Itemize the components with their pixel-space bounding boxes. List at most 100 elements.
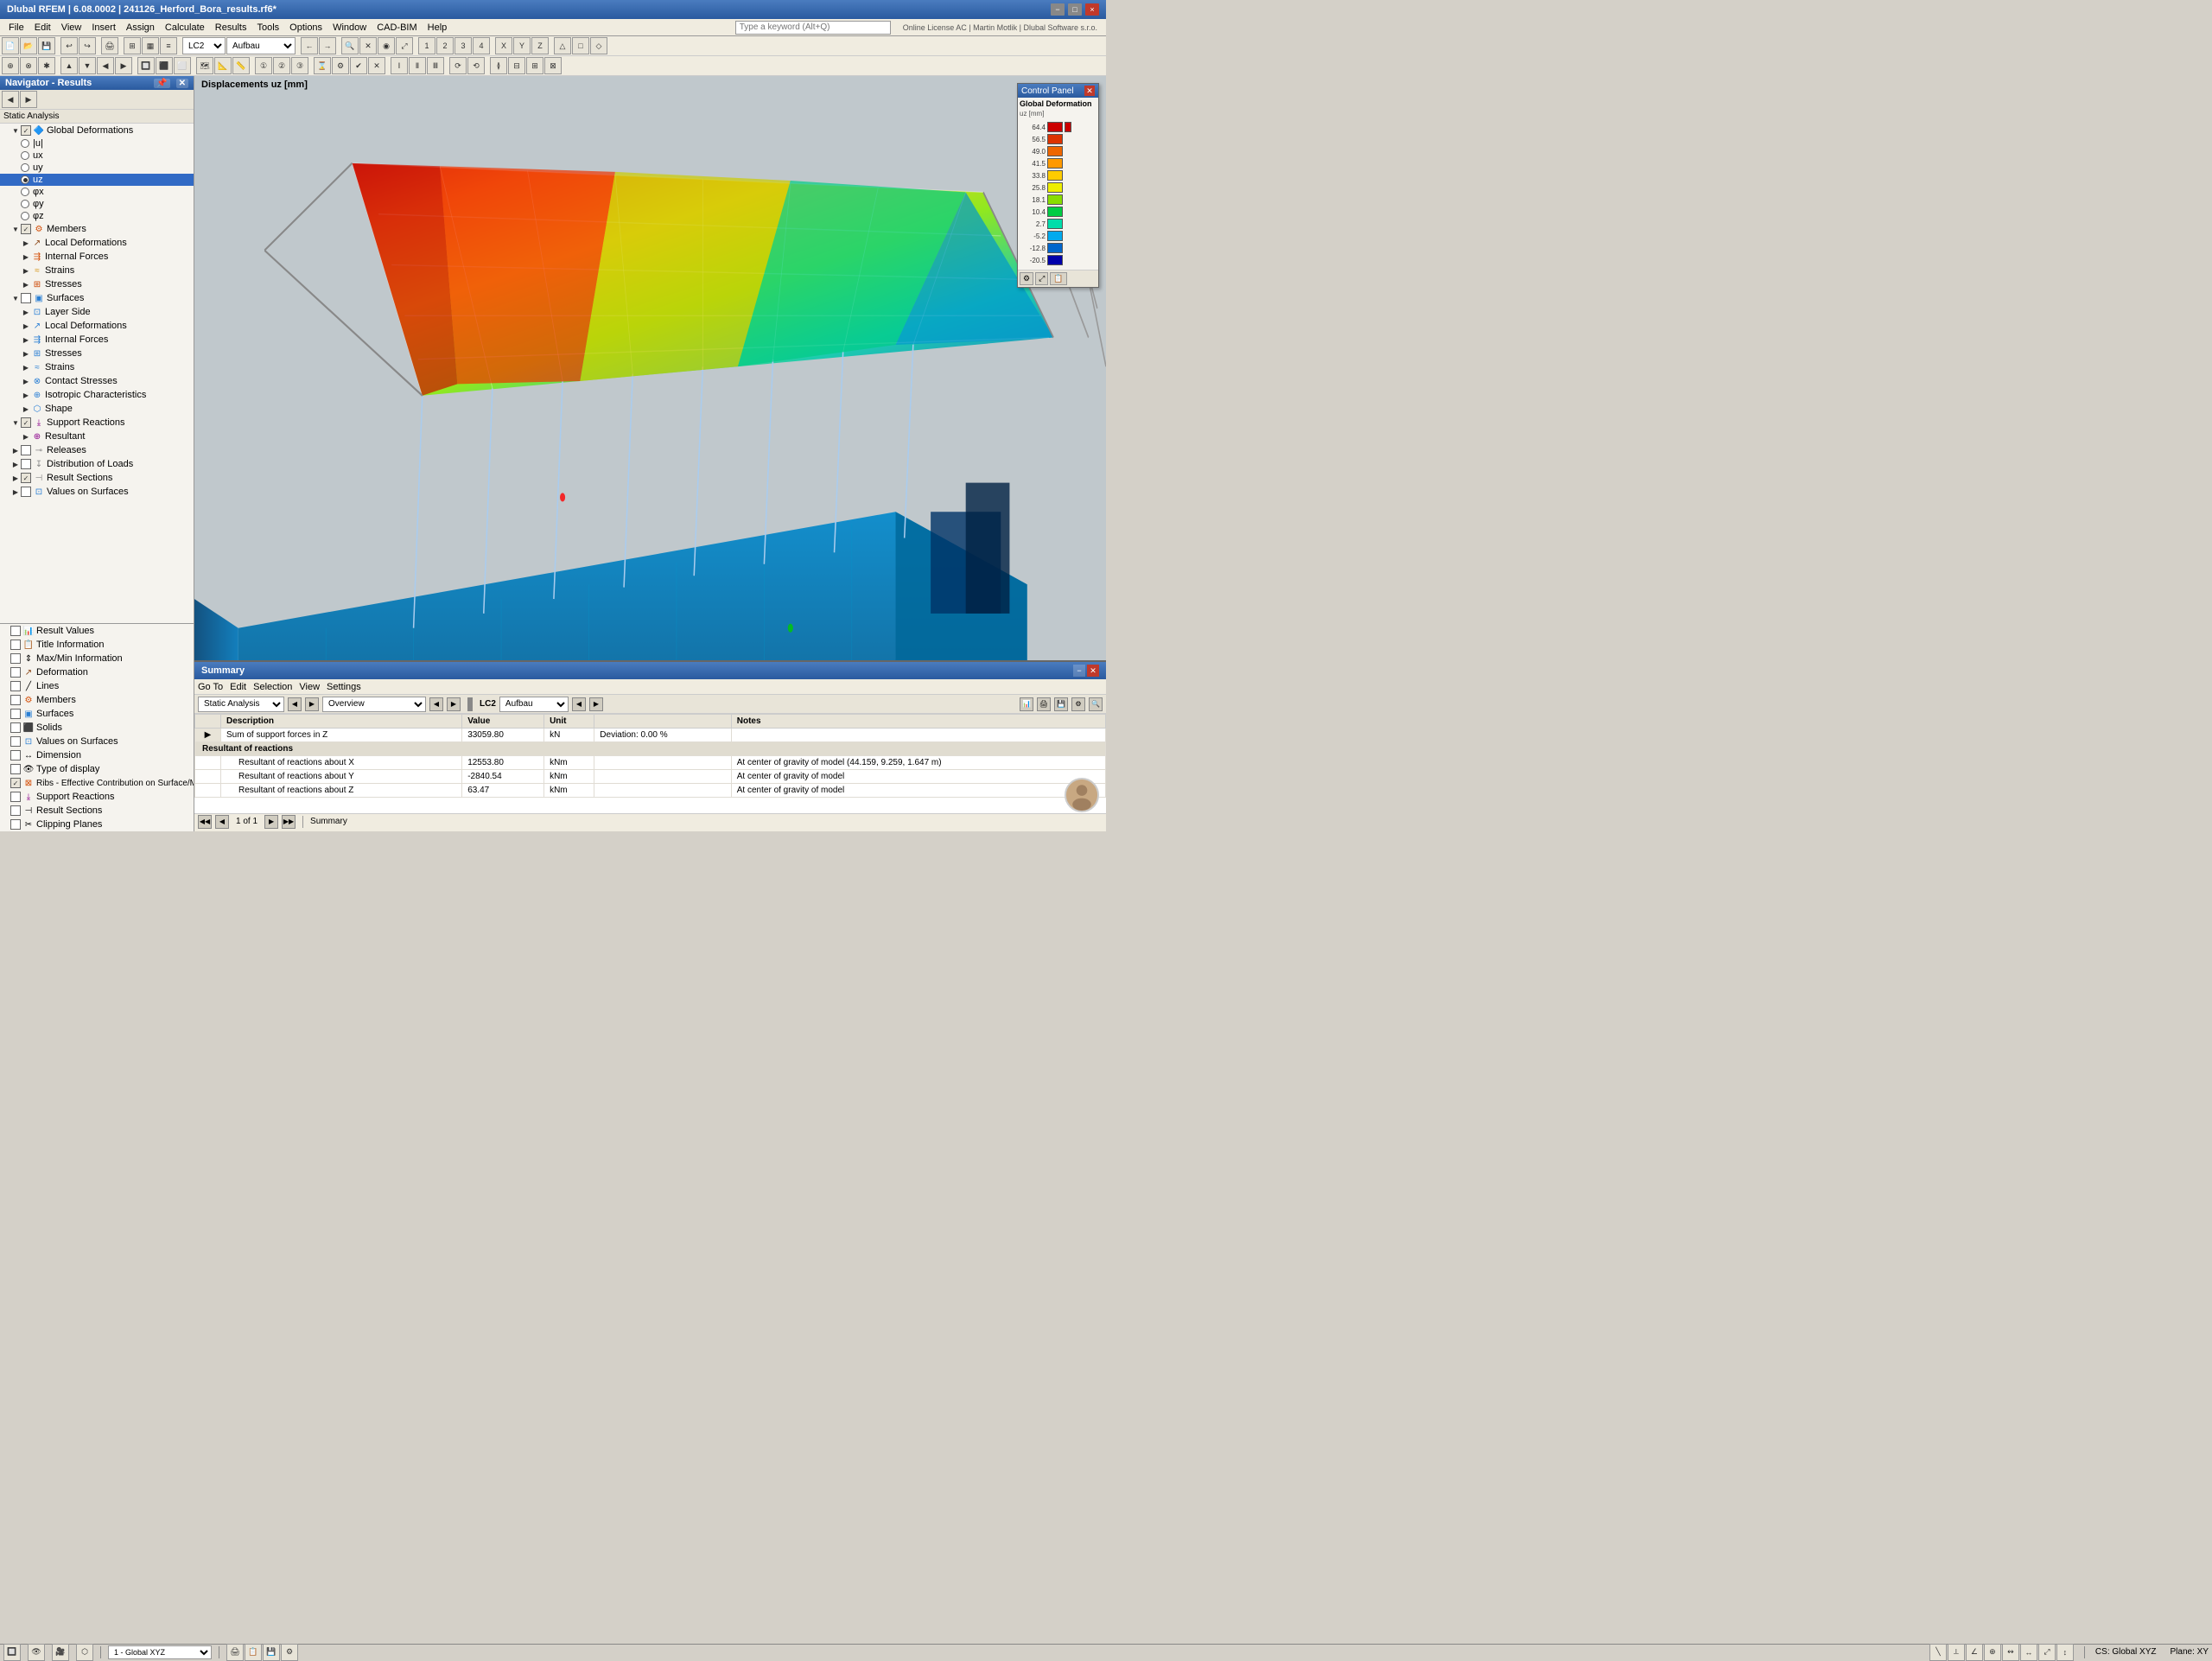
nav-bottom-clipping-planes[interactable]: ✂ Clipping Planes (0, 818, 194, 831)
tb33[interactable]: ① (255, 57, 272, 74)
tb15[interactable]: Y (513, 37, 531, 54)
radio-global-pz[interactable] (21, 212, 29, 220)
nav-bottom-type-display[interactable]: 👁 Type of display (0, 762, 194, 776)
summary-menu-settings[interactable]: Settings (327, 682, 361, 692)
check-deformation[interactable] (10, 667, 21, 678)
cp-expand-btn[interactable]: ⤢ (1035, 272, 1048, 285)
tb37[interactable]: ⚙ (332, 57, 349, 74)
tree-values-surfaces[interactable]: ▶ ⊡ Values on Surfaces (0, 485, 194, 499)
tb7[interactable]: ✕ (359, 37, 377, 54)
expand-members-local[interactable]: ▶ (21, 238, 31, 248)
tb30[interactable]: 🗺 (196, 57, 213, 74)
nav-bottom-ribs[interactable]: ⊠ Ribs - Effective Contribution on Surfa… (0, 776, 194, 790)
tree-surf-shape[interactable]: ▶ ⬡ Shape (0, 402, 194, 416)
stb4[interactable]: ⚙ (281, 1644, 298, 1661)
summary-lc-combo[interactable]: Aufbau (499, 697, 569, 712)
tb42[interactable]: Ⅲ (427, 57, 444, 74)
tree-support-resultant[interactable]: ▶ ⊕ Resultant (0, 430, 194, 443)
tb28[interactable]: ⬛ (156, 57, 173, 74)
search-input[interactable] (735, 21, 891, 35)
summary-view-next-btn[interactable]: ▶ (447, 697, 461, 711)
3d-btn5[interactable]: ↭ (2002, 1644, 2019, 1661)
tb38[interactable]: ✔ (350, 57, 367, 74)
summary-table-container[interactable]: Description Value Unit Notes ▶ Sum of su… (194, 714, 1106, 813)
summary-minimize-btn[interactable]: − (1073, 665, 1085, 677)
tb23[interactable]: ▲ (60, 57, 78, 74)
summary-analysis-combo[interactable]: Static Analysis (198, 697, 284, 712)
summary-menu-goto[interactable]: Go To (198, 682, 223, 692)
tree-global-py[interactable]: φy (0, 198, 194, 210)
radio-global-ux[interactable] (21, 151, 29, 160)
new-btn[interactable]: 📄 (2, 37, 19, 54)
expand-surf-stresses[interactable]: ▶ (21, 348, 31, 359)
tree-surf-contact[interactable]: ▶ ⊗ Contact Stresses (0, 374, 194, 388)
menu-edit[interactable]: Edit (29, 19, 56, 35)
tb8[interactable]: ◉ (378, 37, 395, 54)
tb24[interactable]: ▼ (79, 57, 96, 74)
tb19[interactable]: ◇ (590, 37, 607, 54)
summary-toolbar-btn3[interactable]: 💾 (1054, 697, 1068, 711)
summary-toolbar-btn2[interactable]: 🖨 (1037, 697, 1051, 711)
tb16[interactable]: Z (531, 37, 549, 54)
nav-close-btn[interactable]: ✕ (176, 79, 188, 88)
cp-close-btn[interactable]: ✕ (1084, 86, 1095, 96)
expand-surf-strains[interactable]: ▶ (21, 362, 31, 372)
stb3[interactable]: 💾 (263, 1644, 280, 1661)
expand-support-resultant[interactable]: ▶ (21, 431, 31, 442)
summary-menu-view[interactable]: View (299, 682, 320, 692)
check-result-sections-nav[interactable] (10, 805, 21, 816)
nav-bottom-deformation[interactable]: ↗ Deformation (0, 665, 194, 679)
nav-bottom-solids[interactable]: ⬛ Solids (0, 721, 194, 735)
nav-bottom-maxmin[interactable]: ⇕ Max/Min Information (0, 652, 194, 665)
tb1[interactable]: ⊞ (124, 37, 141, 54)
close-button[interactable]: × (1085, 3, 1099, 16)
tb10[interactable]: 1 (418, 37, 435, 54)
menu-insert[interactable]: Insert (86, 19, 121, 35)
tb14[interactable]: X (495, 37, 512, 54)
check-maxmin[interactable] (10, 653, 21, 664)
tree-support-reactions[interactable]: ▼ ⤓ Support Reactions (0, 416, 194, 430)
minimize-button[interactable]: − (1051, 3, 1065, 16)
menu-calculate[interactable]: Calculate (160, 19, 210, 35)
nav-bottom-title-info[interactable]: 📋 Title Information (0, 638, 194, 652)
check-solids[interactable] (10, 722, 21, 733)
check-members[interactable] (21, 224, 31, 234)
tree-global-u[interactable]: |u| (0, 137, 194, 150)
check-clipping-planes[interactable] (10, 819, 21, 830)
tb43[interactable]: ⟳ (449, 57, 467, 74)
check-values-surfaces[interactable] (21, 487, 31, 497)
lc-combo[interactable]: GLC2 (182, 37, 226, 54)
nav-bottom-lines[interactable]: ╱ Lines (0, 679, 194, 693)
tb29[interactable]: ⬜ (174, 57, 191, 74)
tb11[interactable]: 2 (436, 37, 454, 54)
page-first-btn[interactable]: ◀◀ (198, 815, 212, 829)
expand-members[interactable]: ▼ (10, 224, 21, 234)
check-lines[interactable] (10, 681, 21, 691)
check-dimension[interactable] (10, 750, 21, 760)
expand-surf-local[interactable]: ▶ (21, 321, 31, 331)
radio-global-u[interactable] (21, 139, 29, 148)
tree-surf-layer[interactable]: ▶ ⊡ Layer Side (0, 305, 194, 319)
3d-btn3[interactable]: ∠ (1966, 1644, 1983, 1661)
check-releases[interactable] (21, 445, 31, 455)
tb40[interactable]: Ⅰ (391, 57, 408, 74)
tb31[interactable]: 📐 (214, 57, 232, 74)
tree-surf-isotropic[interactable]: ▶ ⊕ Isotropic Characteristics (0, 388, 194, 402)
check-global-deformations[interactable] (21, 125, 31, 136)
expand-global-deformations[interactable]: ▼ (10, 125, 21, 136)
expand-members-forces[interactable]: ▶ (21, 251, 31, 262)
check-type-display[interactable] (10, 764, 21, 774)
summary-nav-next-btn[interactable]: ▶ (305, 697, 319, 711)
view-combo[interactable]: 1 - Global XYZ (108, 1645, 212, 1659)
tree-members-forces[interactable]: ▶ ⇶ Internal Forces (0, 250, 194, 264)
summary-view-combo[interactable]: Overview (322, 697, 426, 712)
maximize-button[interactable]: □ (1068, 3, 1082, 16)
nav-pin-btn[interactable]: 📌 (154, 79, 169, 88)
summary-lc-next-btn[interactable]: ▶ (589, 697, 603, 711)
expand-surf-shape[interactable]: ▶ (21, 404, 31, 414)
tree-global-px[interactable]: φx (0, 186, 194, 198)
nav-bottom-values-surfaces[interactable]: ⊡ Values on Surfaces (0, 735, 194, 748)
tb44[interactable]: ⟲ (467, 57, 485, 74)
tb18[interactable]: □ (572, 37, 589, 54)
radio-global-uz[interactable] (21, 175, 29, 184)
